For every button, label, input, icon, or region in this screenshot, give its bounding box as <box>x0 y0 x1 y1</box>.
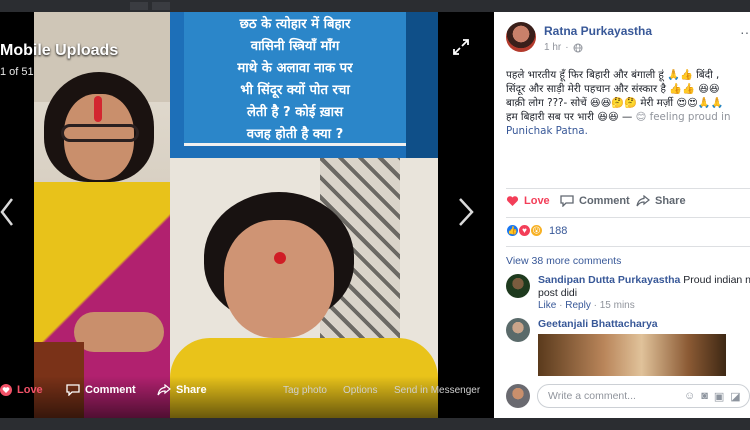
bottom-strip <box>0 418 750 430</box>
sign-line: वासिनी स्त्रियाँ माँग <box>250 39 340 54</box>
comment-icon <box>66 384 80 396</box>
commenter-avatar[interactable] <box>506 274 530 298</box>
heart-icon <box>506 196 519 206</box>
comment-time[interactable]: 15 mins <box>600 300 635 311</box>
divider <box>506 217 750 218</box>
viewer-love-button[interactable]: Love <box>0 384 43 396</box>
my-avatar <box>506 384 530 408</box>
photo-theater: छठ के त्योहार में बिहार वासिनी स्त्रियाँ… <box>0 0 750 430</box>
love-label: Love <box>524 195 550 207</box>
top-strip <box>0 0 750 12</box>
post-time: 1 hr <box>544 42 562 53</box>
sign-line: वजह होती है क्या ? <box>246 127 344 142</box>
previous-photo-icon[interactable] <box>0 197 14 233</box>
photo-viewer[interactable]: छठ के त्योहार में बिहार वासिनी स्त्रियाँ… <box>0 12 494 418</box>
comment-image[interactable] <box>538 334 726 376</box>
commenter-avatar[interactable] <box>506 318 530 342</box>
tag-photo-link[interactable]: Tag photo <box>283 385 327 396</box>
share-button[interactable]: Share <box>636 195 686 207</box>
post-panel: Ratna Purkayastha 1 hr · ··· पहले भारतीय… <box>494 12 750 418</box>
strip-block <box>152 2 170 10</box>
viewer-action-bar <box>0 376 494 418</box>
share-icon <box>157 384 171 396</box>
comment-text: Proud indian nice <box>683 274 750 286</box>
view-more-comments-link[interactable]: View 38 more comments <box>506 255 621 267</box>
gif-icon[interactable]: ▣ <box>714 390 724 403</box>
options-link[interactable]: Options <box>343 385 377 396</box>
fullscreen-expand-icon[interactable] <box>452 38 470 56</box>
sign-line: माथे के अलावा नाक पर <box>237 61 353 76</box>
comment-button[interactable]: Comment <box>560 195 630 207</box>
next-photo-icon[interactable] <box>458 197 474 233</box>
send-in-messenger-link[interactable]: Send in Messenger <box>394 385 480 396</box>
post-text: पहले भारतीय हूँ फिर बिहारी और बंगाली हूं… <box>506 68 750 138</box>
viewer-love-label: Love <box>17 384 43 396</box>
share-icon <box>636 195 650 207</box>
post-text-line: हम बिहारी सब पर भारी 😆😆 — 😊 feeling prou… <box>506 111 731 123</box>
location-link[interactable]: Punichak Patna. <box>506 124 750 138</box>
comment-text-continued: post didi <box>538 287 578 299</box>
heart-icon <box>0 384 12 396</box>
author-avatar[interactable] <box>506 22 536 52</box>
post-text-line: पहले भारतीय हूँ फिर बिहारी और बंगाली हूं… <box>506 69 720 81</box>
divider <box>506 246 750 247</box>
reaction-count: 188 <box>549 224 568 237</box>
feeling-text: 😊 feeling proud in <box>635 111 731 123</box>
reaction-summary[interactable]: 👍 ♥ 😮 188 <box>506 224 567 237</box>
author-name[interactable]: Ratna Purkayastha <box>544 24 652 38</box>
viewer-comment-button[interactable]: Comment <box>66 384 136 396</box>
camera-icon[interactable]: ◙ <box>701 390 708 403</box>
comment-meta: Like · Reply · 15 mins <box>538 300 635 311</box>
viewer-comment-label: Comment <box>85 384 136 396</box>
sign-line: लेती है ? कोई ख़ास <box>246 105 344 120</box>
comment-input[interactable]: Write a comment... ☺ ◙ ▣ ◪ <box>537 384 750 408</box>
globe-icon <box>573 43 583 52</box>
comment-placeholder: Write a comment... <box>548 390 636 402</box>
sign-line: छठ के त्योहार में बिहार <box>239 17 351 32</box>
emoji-icon[interactable]: ☺ <box>684 390 695 403</box>
commenter-name[interactable]: Geetanjali Bhattacharya <box>538 318 658 330</box>
hindi-sign: छठ के त्योहार में बिहार वासिनी स्त्रियाँ… <box>170 12 438 158</box>
viewer-share-label: Share <box>176 384 207 396</box>
sign-line: भी सिंदूर क्यों पोत रचा <box>240 83 350 98</box>
post-text-line: सिंदूर और साड़ी मेरी पहचान और संस्कार है… <box>506 83 720 95</box>
wow-reaction-icon: 😮 <box>530 224 543 237</box>
commenter-name[interactable]: Sandipan Dutta Purkayastha <box>538 274 680 286</box>
album-title[interactable]: Mobile Uploads <box>0 42 118 60</box>
sticker-icon[interactable]: ◪ <box>730 390 740 403</box>
comment-like-link[interactable]: Like <box>538 300 556 311</box>
love-button[interactable]: Love <box>506 195 550 207</box>
post-menu-icon[interactable]: ··· <box>740 24 750 40</box>
comment-label: Comment <box>579 195 630 207</box>
comment-reply-link[interactable]: Reply <box>565 300 591 311</box>
photo-left-woman <box>34 12 170 418</box>
comment: Sandipan Dutta Purkayastha Proud indian … <box>538 274 750 286</box>
dot-separator: · <box>565 42 569 53</box>
divider <box>506 188 750 189</box>
post-timestamp[interactable]: 1 hr · <box>544 42 583 53</box>
post-text-line: बाक़ी लोग ???- सोचें 😆😆🤔🤔 मेरी मर्ज़ी 😍😍… <box>506 97 724 109</box>
viewer-share-button[interactable]: Share <box>157 384 207 396</box>
strip-block <box>130 2 148 10</box>
share-label: Share <box>655 195 686 207</box>
comment-icon <box>560 195 574 207</box>
photo-counter: 1 of 51 <box>0 66 34 78</box>
photo[interactable]: छठ के त्योहार में बिहार वासिनी स्त्रियाँ… <box>34 12 438 418</box>
